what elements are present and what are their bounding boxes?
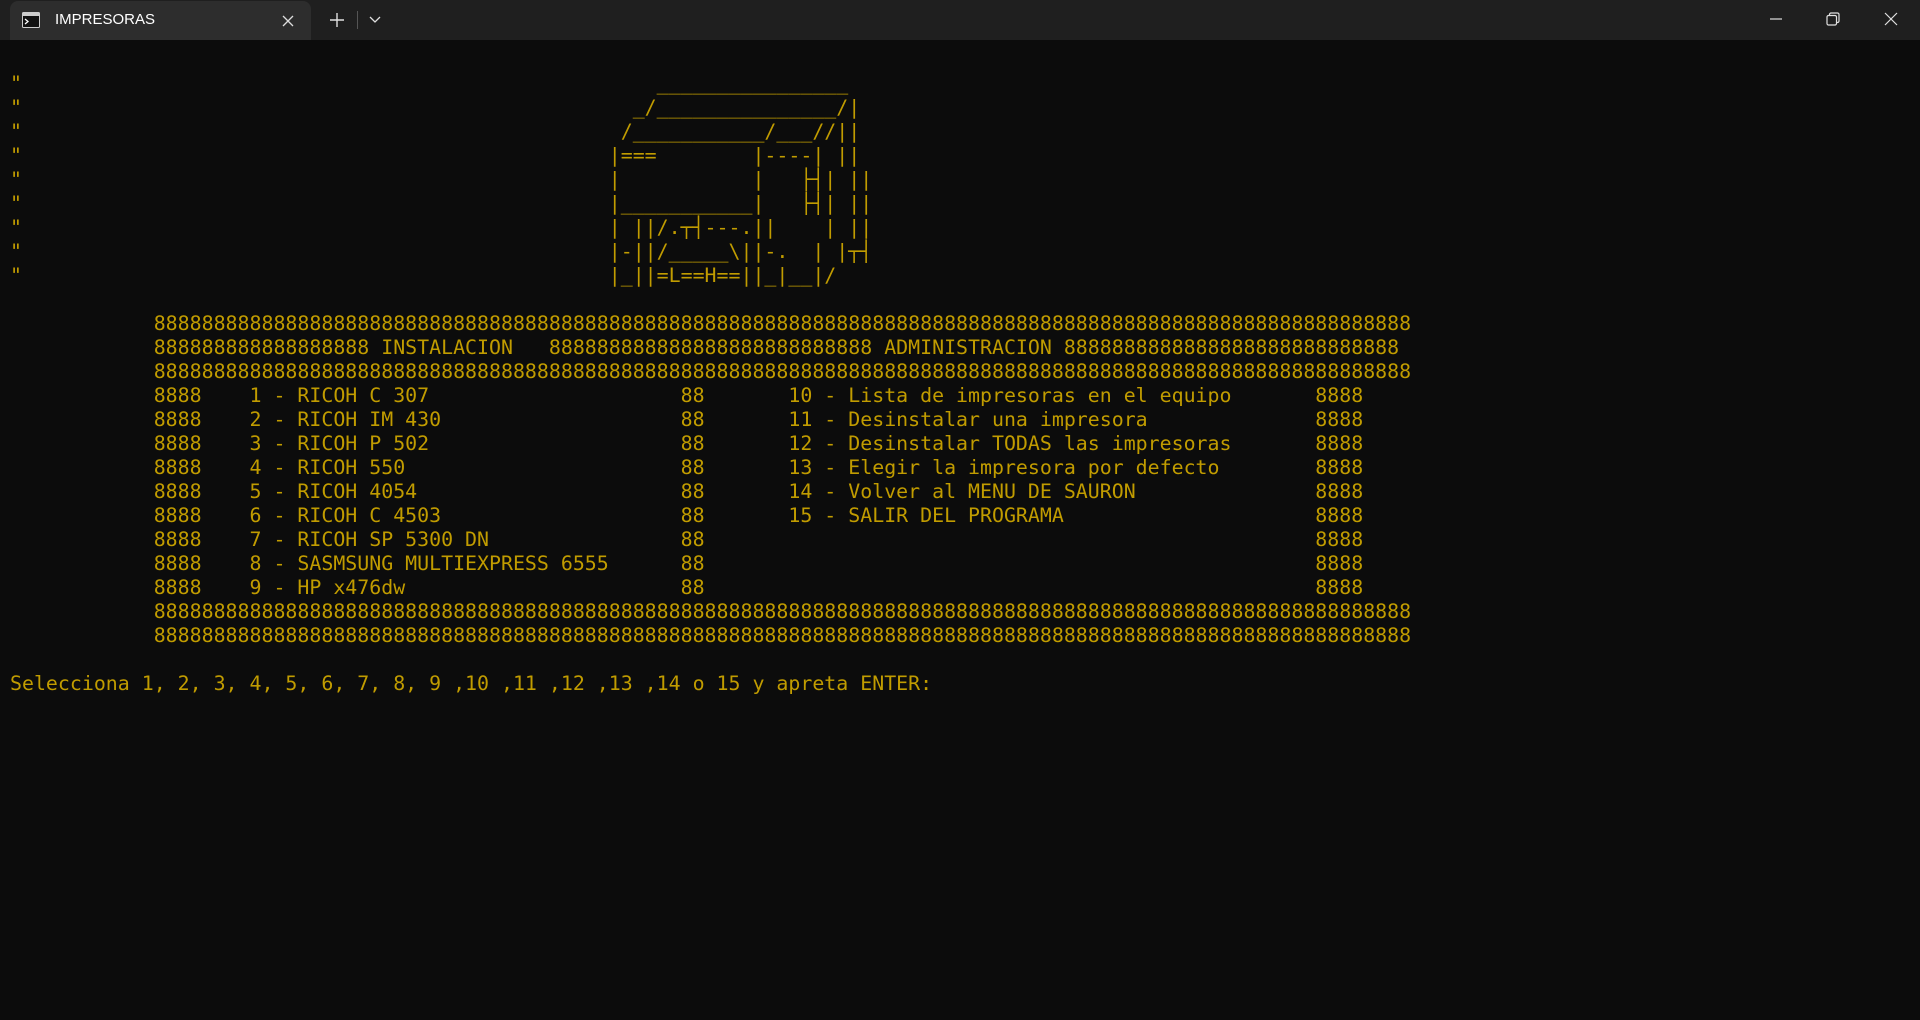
chevron-down-icon[interactable]: [360, 6, 390, 34]
toolbar-divider: [357, 11, 358, 29]
menu-row: 8888 1 - RICOH C 307 88 10 - Lista de im…: [10, 384, 1364, 407]
menu-row: 8888 3 - RICOH P 502 88 12 - Desinstalar…: [10, 432, 1364, 455]
tab-impresoras[interactable]: IMPRESORAS: [10, 1, 311, 40]
minimize-icon[interactable]: [1748, 0, 1804, 38]
terminal-icon: [22, 12, 40, 28]
art-line: " |=== |----| ||: [10, 144, 861, 167]
menu-row: 8888 7 - RICOH SP 5300 DN 88 8888: [10, 528, 1364, 551]
title-bar: IMPRESORAS: [0, 0, 1920, 40]
art-line: " /___________/___//||: [10, 120, 861, 143]
console-prompt[interactable]: Selecciona 1, 2, 3, 4, 5, 6, 7, 8, 9 ,10…: [10, 672, 1411, 696]
art-line: " |-||/_____\||-. | |┬┤: [10, 240, 873, 263]
menu-border: 8888888888888888888888888888888888888888…: [10, 360, 1412, 383]
menu-row: 8888 5 - RICOH 4054 88 14 - Volver al ME…: [10, 480, 1364, 503]
plus-icon[interactable]: [322, 6, 352, 34]
art-line: " |_||=L==H==||_|__|/: [10, 264, 837, 287]
menu-header: 888888888888888888 INSTALACION 888888888…: [10, 336, 1400, 359]
menu-row: 8888 8 - SASMSUNG MULTIEXPRESS 6555 88 8…: [10, 552, 1364, 575]
menu-border: 8888888888888888888888888888888888888888…: [10, 312, 1412, 335]
art-line: " | | ├┤| ||: [10, 168, 873, 191]
menu-border: 8888888888888888888888888888888888888888…: [10, 600, 1412, 623]
restore-icon[interactable]: [1805, 0, 1861, 38]
menu-row: 8888 6 - RICOH C 4503 88 15 - SALIR DEL …: [10, 504, 1364, 527]
art-line: " |___________| ├┤| ||: [10, 192, 873, 215]
menu-border: 8888888888888888888888888888888888888888…: [10, 624, 1412, 647]
art-line: " ________________: [10, 72, 849, 95]
menu-row: 8888 4 - RICOH 550 88 13 - Elegir la imp…: [10, 456, 1364, 479]
console-output: " ________________ " _/_______________/| "…: [10, 72, 1411, 696]
tab-title: IMPRESORAS: [55, 11, 156, 28]
menu-row: 8888 9 - HP x476dw 88 8888: [10, 576, 1364, 599]
window-close-icon[interactable]: [1863, 0, 1919, 38]
art-line: " _/_______________/|: [10, 96, 861, 119]
menu-row: 8888 2 - RICOH IM 430 88 11 - Desinstala…: [10, 408, 1364, 431]
art-line: " | ||/.┬┤---.|| | ||: [10, 216, 873, 239]
close-icon[interactable]: [276, 9, 300, 33]
